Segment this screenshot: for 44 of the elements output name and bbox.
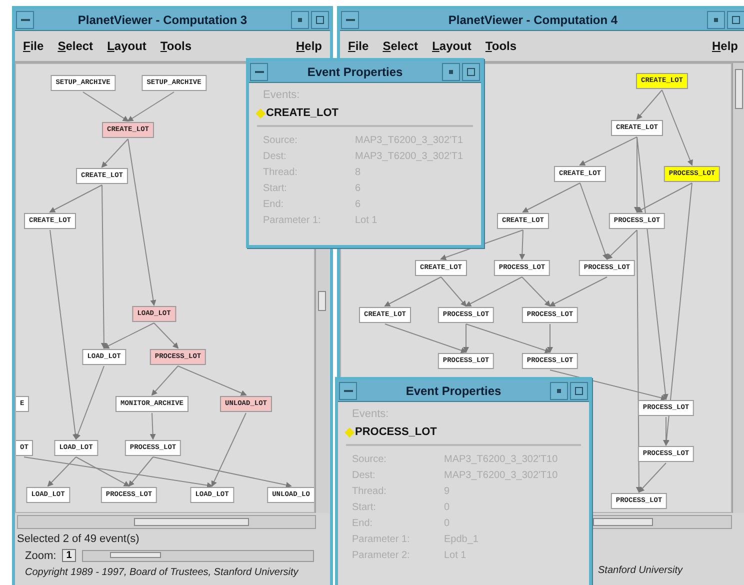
window-menu-button[interactable] (16, 10, 34, 28)
scroll-thumb[interactable] (593, 518, 653, 526)
menu-item[interactable]: Tools (485, 39, 517, 53)
dialog-title: Event Properties (404, 384, 502, 398)
minimize-button[interactable] (707, 10, 725, 28)
menu-item[interactable]: Help (296, 39, 322, 53)
zoom-label: Zoom: (25, 550, 56, 562)
vertical-scrollbar[interactable] (732, 63, 744, 513)
edge-arrow (127, 92, 174, 122)
window-menu-button[interactable] (339, 382, 357, 400)
minimize-button[interactable] (291, 10, 309, 28)
maximize-button[interactable] (462, 62, 480, 80)
menu-item[interactable]: Select (382, 39, 418, 53)
menu-item[interactable]: Layout (432, 39, 472, 53)
menu-item[interactable]: Tools (160, 39, 192, 53)
copyright-text: Copyright 1989 - 1997, Board of Trustees, Stanford University (24, 566, 300, 580)
minimize-button[interactable] (442, 62, 460, 80)
minimize-button[interactable] (550, 382, 568, 400)
dialog-title: Event Properties (306, 64, 404, 78)
edge-arrow (82, 92, 129, 122)
zoom-slider[interactable] (82, 550, 314, 562)
window-title: PlanetViewer - Computation 4 (447, 12, 619, 26)
slider-thumb[interactable] (110, 552, 162, 558)
maximize-button[interactable] (311, 10, 329, 28)
menu-item[interactable]: Select (58, 39, 94, 53)
copyright-text: Stanford University (598, 565, 682, 576)
window-menu-button[interactable] (250, 62, 268, 80)
event-name[interactable]: PROCESS_LOT (355, 426, 437, 438)
status-text: Selected 2 of 49 event(s) (16, 532, 140, 547)
window-menu-button[interactable] (341, 10, 359, 28)
scroll-thumb[interactable] (318, 291, 326, 311)
menu-item[interactable]: File (23, 39, 44, 53)
event-name[interactable]: CREATE_LOT (266, 107, 339, 119)
edge-arrow (150, 412, 156, 440)
menu-item[interactable]: Help (712, 39, 738, 53)
window-title: PlanetViewer - Computation 3 (76, 12, 248, 26)
menu-item[interactable]: Layout (107, 39, 146, 53)
scroll-thumb[interactable] (134, 518, 249, 526)
menu-item[interactable]: File (348, 39, 369, 53)
zoom-value[interactable]: 1 (62, 549, 76, 562)
maximize-button[interactable] (570, 382, 588, 400)
horizontal-scrollbar[interactable] (17, 515, 316, 529)
maximize-button[interactable] (727, 10, 744, 28)
scroll-thumb[interactable] (735, 69, 744, 109)
